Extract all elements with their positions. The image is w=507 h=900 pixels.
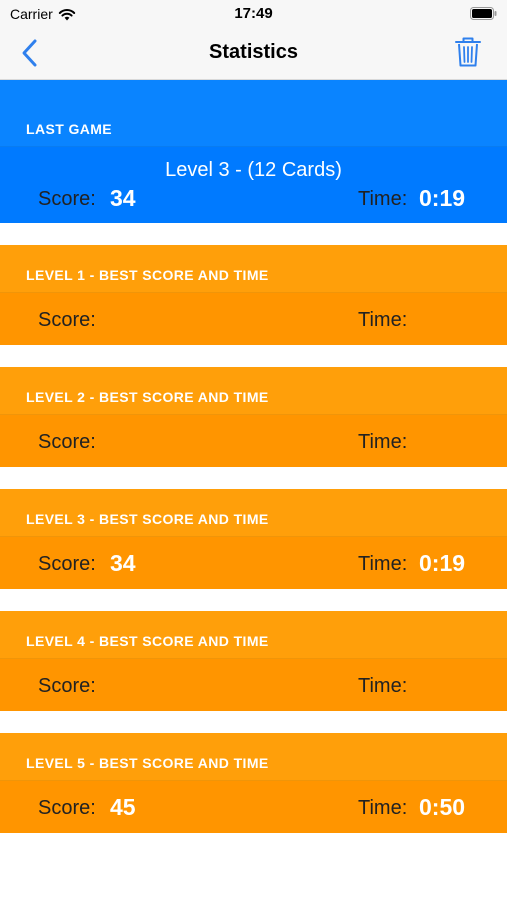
level-1-row: Score: Time: <box>0 293 507 345</box>
level-2-section: LEVEL 2 - BEST SCORE AND TIME Score: Tim… <box>0 367 507 467</box>
time-label: Time: <box>358 797 408 819</box>
chevron-left-icon <box>22 39 37 67</box>
level-1-header: LEVEL 1 - BEST SCORE AND TIME <box>0 245 507 293</box>
score-value: 34 <box>110 550 136 576</box>
section-header-label: LAST GAME <box>26 121 113 137</box>
level-3-header: LEVEL 3 - BEST SCORE AND TIME <box>0 489 507 537</box>
trash-icon <box>455 37 481 67</box>
time-label: Time: <box>358 309 408 331</box>
status-time: 17:49 <box>234 5 273 22</box>
delete-button[interactable] <box>453 36 483 68</box>
battery-icon <box>470 7 497 20</box>
level-5-section: LEVEL 5 - BEST SCORE AND TIME Score: 45 … <box>0 733 507 833</box>
level-3-section: LEVEL 3 - BEST SCORE AND TIME Score: 34 … <box>0 489 507 589</box>
section-header-label: LEVEL 1 - BEST SCORE AND TIME <box>26 267 269 283</box>
level-4-row: Score: Time: <box>0 659 507 711</box>
level-1-section: LEVEL 1 - BEST SCORE AND TIME Score: Tim… <box>0 245 507 345</box>
page-title: Statistics <box>209 41 298 63</box>
time-value: 0:50 <box>419 794 466 820</box>
section-header-label: LEVEL 2 - BEST SCORE AND TIME <box>26 389 269 405</box>
time-value: 0:19 <box>419 185 466 211</box>
section-header-label: LEVEL 5 - BEST SCORE AND TIME <box>26 755 269 771</box>
back-button[interactable] <box>18 38 46 68</box>
time-label: Time: <box>358 431 408 453</box>
score-value: 34 <box>110 185 136 211</box>
score-label: Score: <box>38 188 96 210</box>
section-header-label: LEVEL 4 - BEST SCORE AND TIME <box>26 633 269 649</box>
score-label: Score: <box>38 309 96 331</box>
level-2-header: LEVEL 2 - BEST SCORE AND TIME <box>0 367 507 415</box>
last-game-row: Level 3 - (12 Cards) Score: 34 Time: 0:1… <box>0 147 507 223</box>
last-game-section: LAST GAME Level 3 - (12 Cards) Score: 34… <box>0 80 507 223</box>
status-bar: Carrier 17:49 <box>0 0 507 28</box>
time-label: Time: <box>358 675 408 697</box>
score-label: Score: <box>38 431 96 453</box>
level-2-row: Score: Time: <box>0 415 507 467</box>
level-4-header: LEVEL 4 - BEST SCORE AND TIME <box>0 611 507 659</box>
last-game-level: Level 3 - (12 Cards) <box>165 159 342 181</box>
score-label: Score: <box>38 553 96 575</box>
level-3-row: Score: 34 Time: 0:19 <box>0 537 507 589</box>
level-5-row: Score: 45 Time: 0:50 <box>0 781 507 833</box>
score-label: Score: <box>38 797 96 819</box>
time-label: Time: <box>358 553 408 575</box>
level-5-header: LEVEL 5 - BEST SCORE AND TIME <box>0 733 507 781</box>
score-value: 45 <box>110 794 136 820</box>
level-4-section: LEVEL 4 - BEST SCORE AND TIME Score: Tim… <box>0 611 507 711</box>
score-label: Score: <box>38 675 96 697</box>
navigation-bar: Statistics <box>0 28 507 80</box>
time-label: Time: <box>358 188 408 210</box>
section-header-label: LEVEL 3 - BEST SCORE AND TIME <box>26 511 269 527</box>
last-game-header: LAST GAME <box>0 80 507 147</box>
time-value: 0:19 <box>419 550 466 576</box>
